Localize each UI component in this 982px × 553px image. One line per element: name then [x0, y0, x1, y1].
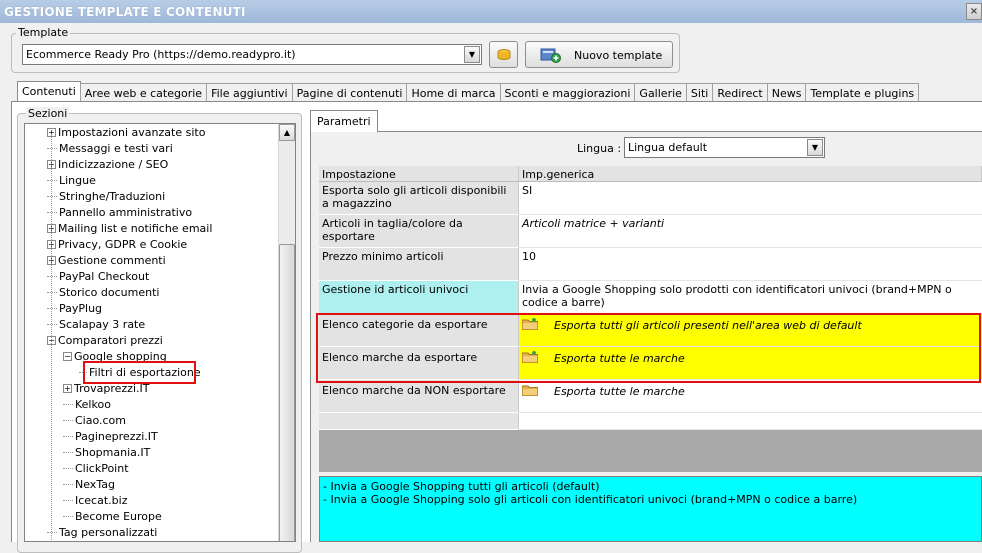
- open-template-button[interactable]: [489, 41, 518, 68]
- close-icon: ×: [969, 6, 979, 17]
- tree-guide-line: [51, 134, 52, 541]
- tree-item[interactable]: ClickPoint: [63, 462, 129, 478]
- tab-pagine-contenuti[interactable]: Pagine di contenuti: [291, 83, 408, 103]
- row-setting-name-selected[interactable]: Gestione id articoli univoci: [319, 281, 519, 314]
- tree-item[interactable]: Messaggi e testi vari: [47, 142, 173, 158]
- tree-item[interactable]: − Comparatori prezzi: [47, 334, 163, 350]
- tab-aree-web[interactable]: Aree web e categorie: [79, 83, 208, 103]
- tree-item[interactable]: Become Europe: [63, 510, 162, 526]
- sections-tree[interactable]: + Impostazioni avanzate sito Messaggi e t…: [24, 123, 296, 542]
- annotation-box-grid: [316, 313, 981, 383]
- tab-parametri[interactable]: Parametri: [310, 110, 378, 132]
- tab-gallerie[interactable]: Gallerie: [634, 83, 687, 103]
- lingua-label: Lingua :: [577, 142, 622, 155]
- description-line: - Invia a Google Shopping tutti gli arti…: [323, 480, 600, 493]
- tree-item[interactable]: Scalapay 3 rate: [47, 318, 145, 334]
- tree-item[interactable]: + Trovaprezzi.IT: [63, 382, 149, 398]
- tab-sconti[interactable]: Sconti e maggiorazioni: [499, 83, 636, 103]
- column-header-setting[interactable]: Impostazione: [319, 166, 519, 182]
- row-setting-value[interactable]: Esporta tutte le marche: [519, 380, 982, 413]
- scroll-thumb[interactable]: [279, 244, 295, 541]
- row-empty: [319, 413, 519, 430]
- close-button[interactable]: ×: [966, 3, 982, 20]
- folder-icon: [522, 385, 538, 396]
- annotation-box-tree: [83, 361, 196, 384]
- tree-item[interactable]: Shopmania.IT: [63, 446, 150, 462]
- sections-legend: Sezioni: [26, 107, 70, 120]
- row-setting-value[interactable]: SI: [519, 182, 982, 215]
- tree-item[interactable]: Stringhe/Traduzioni: [47, 190, 165, 206]
- tab-siti[interactable]: Siti: [685, 83, 714, 103]
- chevron-down-icon[interactable]: ▼: [464, 46, 480, 63]
- row-setting-name[interactable]: Elenco marche da NON esportare: [319, 380, 519, 413]
- tree-item[interactable]: + Privacy, GDPR e Cookie: [47, 238, 187, 254]
- tab-template-plugins[interactable]: Template e plugins: [805, 83, 920, 103]
- tree-item[interactable]: Lingue: [47, 174, 96, 190]
- template-select[interactable]: Ecommerce Ready Pro (https://demo.readyp…: [22, 44, 482, 65]
- template-group-legend: Template: [16, 26, 71, 39]
- row-setting-name[interactable]: Prezzo minimo articoli: [319, 248, 519, 281]
- window-title-bar: GESTIONE TEMPLATE E CONTENUTI ×: [0, 0, 982, 23]
- main-tabs: Contenuti Aree web e categorie File aggiun…: [17, 81, 920, 103]
- new-template-button[interactable]: Nuovo template: [525, 41, 673, 68]
- row-setting-value[interactable]: Invia a Google Shopping solo prodotti co…: [519, 281, 982, 314]
- tab-news[interactable]: News: [766, 83, 807, 103]
- row-setting-value[interactable]: 10: [519, 248, 982, 281]
- template-select-value: Ecommerce Ready Pro (https://demo.readyp…: [26, 48, 296, 61]
- row-setting-value[interactable]: Articoli matrice + varianti: [519, 215, 982, 248]
- tree-item[interactable]: + Impostazioni avanzate sito: [47, 126, 205, 142]
- tree-item[interactable]: + Indicizzazione / SEO: [47, 158, 168, 174]
- tab-redirect[interactable]: Redirect: [712, 83, 768, 103]
- tree-item[interactable]: Pannello amministrativo: [47, 206, 192, 222]
- tab-home-di-marca[interactable]: Home di marca: [406, 83, 501, 103]
- tree-item[interactable]: Kelkoo: [63, 398, 111, 414]
- tree-item[interactable]: Tag personalizzati: [47, 526, 157, 541]
- tree-item[interactable]: PayPlug: [47, 302, 102, 318]
- lingua-select[interactable]: Lingua default ▼: [624, 137, 825, 158]
- tab-contenuti[interactable]: Contenuti: [17, 81, 81, 103]
- lingua-select-value: Lingua default: [628, 141, 708, 154]
- new-template-label: Nuovo template: [574, 49, 663, 62]
- scroll-up-icon[interactable]: ▲: [279, 124, 295, 141]
- chevron-down-icon[interactable]: ▼: [807, 139, 823, 156]
- window-title: GESTIONE TEMPLATE E CONTENUTI: [4, 5, 246, 19]
- tree-item[interactable]: Storico documenti: [47, 286, 159, 302]
- tree-item[interactable]: + Gestione commenti: [47, 254, 166, 270]
- tree-item[interactable]: Ciao.com: [63, 414, 126, 430]
- tree-item[interactable]: NexTag: [63, 478, 115, 494]
- tree-scrollbar[interactable]: ▲: [278, 124, 295, 541]
- collapse-icon[interactable]: −: [63, 352, 72, 361]
- tree-item[interactable]: Pagineprezzi.IT: [63, 430, 158, 446]
- expand-icon[interactable]: +: [63, 384, 72, 393]
- row-setting-name[interactable]: Articoli in taglia/colore da esportare: [319, 215, 519, 248]
- tree-item[interactable]: Icecat.biz: [63, 494, 127, 510]
- row-empty-value: [519, 413, 982, 430]
- column-header-value[interactable]: Imp.generica: [519, 166, 982, 182]
- tab-file-aggiuntivi[interactable]: File aggiuntivi: [206, 83, 293, 103]
- description-line: - Invia a Google Shopping solo gli artic…: [323, 493, 858, 506]
- tree-item[interactable]: + Mailing list e notifiche email: [47, 222, 212, 238]
- setting-description: - Invia a Google Shopping tutti gli arti…: [319, 476, 982, 542]
- database-icon: [497, 49, 511, 60]
- add-template-icon: [540, 48, 561, 63]
- row-setting-name[interactable]: Esporta solo gli articoli disponibili a …: [319, 182, 519, 215]
- tree-item[interactable]: PayPal Checkout: [47, 270, 149, 286]
